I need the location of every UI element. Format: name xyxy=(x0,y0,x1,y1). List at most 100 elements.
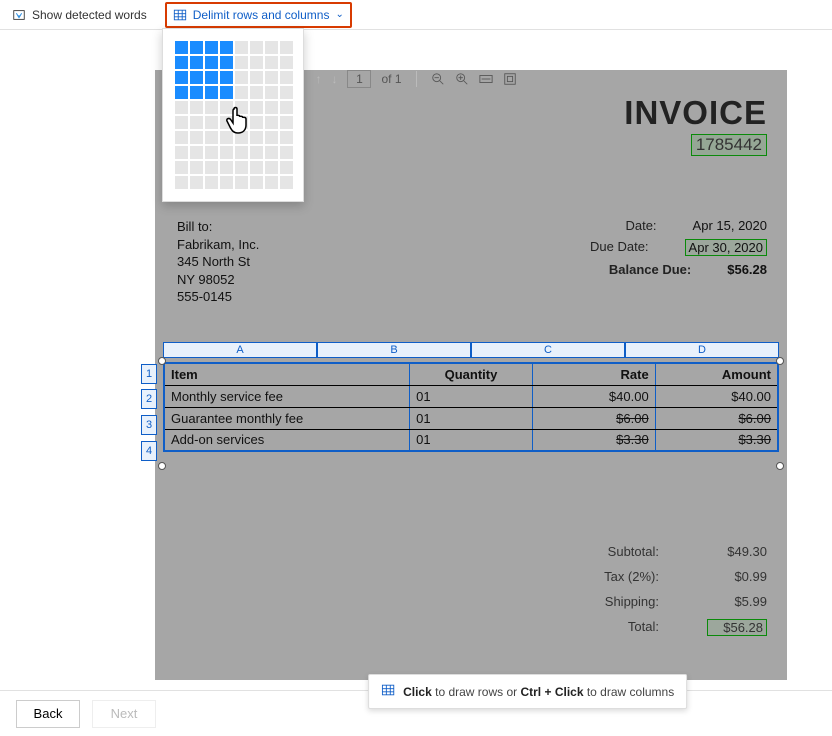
row-header-2[interactable]: 2 xyxy=(141,389,157,409)
grid-cell[interactable] xyxy=(235,131,248,144)
grid-cell[interactable] xyxy=(190,176,203,189)
grid-cell[interactable] xyxy=(205,176,218,189)
grid-cell[interactable] xyxy=(235,101,248,114)
grid-cell[interactable] xyxy=(205,71,218,84)
grid-cell[interactable] xyxy=(220,101,233,114)
grid-cell[interactable] xyxy=(235,116,248,129)
grid-cell[interactable] xyxy=(220,161,233,174)
grid-cell[interactable] xyxy=(250,131,263,144)
grid-cell[interactable] xyxy=(205,86,218,99)
grid-cell[interactable] xyxy=(175,41,188,54)
page-number-input[interactable]: 1 xyxy=(347,70,371,88)
grid-cell[interactable] xyxy=(205,41,218,54)
grid-cell[interactable] xyxy=(190,41,203,54)
delimit-rows-cols-button[interactable]: Delimit rows and columns ⌄ xyxy=(165,2,352,28)
grid-cell[interactable] xyxy=(265,71,278,84)
grid-cell[interactable] xyxy=(250,176,263,189)
grid-cell[interactable] xyxy=(220,71,233,84)
grid-cell[interactable] xyxy=(280,116,293,129)
grid-cell[interactable] xyxy=(175,146,188,159)
grid-cell[interactable] xyxy=(280,176,293,189)
zoom-in-icon[interactable] xyxy=(455,72,469,86)
grid-cell[interactable] xyxy=(265,86,278,99)
grid-cell[interactable] xyxy=(265,176,278,189)
col-b[interactable]: B xyxy=(317,342,471,358)
grid-cell[interactable] xyxy=(175,131,188,144)
grid-cell[interactable] xyxy=(280,101,293,114)
prev-page-button[interactable]: ↑ xyxy=(315,72,321,86)
grid-cell[interactable] xyxy=(220,41,233,54)
grid-cell[interactable] xyxy=(190,71,203,84)
row-header-4[interactable]: 4 xyxy=(141,441,157,461)
grid-cell[interactable] xyxy=(280,86,293,99)
grid-cell[interactable] xyxy=(265,101,278,114)
grid-cell[interactable] xyxy=(190,131,203,144)
selection-handle-tl[interactable] xyxy=(158,357,166,365)
grid-cell[interactable] xyxy=(235,56,248,69)
grid-cell[interactable] xyxy=(250,86,263,99)
grid-cell[interactable] xyxy=(235,176,248,189)
selection-handle-br[interactable] xyxy=(776,462,784,470)
grid-cell[interactable] xyxy=(265,41,278,54)
table-selection[interactable]: A B C D 1 2 3 4 Item xyxy=(163,342,779,452)
grid-size-picker[interactable] xyxy=(162,28,304,202)
fit-width-icon[interactable] xyxy=(479,72,493,86)
next-page-button[interactable]: ↓ xyxy=(331,72,337,86)
grid-cell[interactable] xyxy=(280,41,293,54)
grid-cell[interactable] xyxy=(205,161,218,174)
fit-page-icon[interactable] xyxy=(503,72,517,86)
grid-cell[interactable] xyxy=(265,146,278,159)
grid-cell[interactable] xyxy=(265,56,278,69)
grid-cell[interactable] xyxy=(220,176,233,189)
grid-cell[interactable] xyxy=(175,56,188,69)
grid-cell[interactable] xyxy=(265,116,278,129)
grid-cell[interactable] xyxy=(280,131,293,144)
row-header-1[interactable]: 1 xyxy=(141,364,157,384)
grid-cell[interactable] xyxy=(250,71,263,84)
selection-handle-bl[interactable] xyxy=(158,462,166,470)
grid-cell[interactable] xyxy=(250,101,263,114)
grid-cell[interactable] xyxy=(205,116,218,129)
grid-cell[interactable] xyxy=(190,161,203,174)
grid-cell[interactable] xyxy=(205,146,218,159)
col-a[interactable]: A xyxy=(163,342,317,358)
grid-cell[interactable] xyxy=(175,101,188,114)
grid-cell[interactable] xyxy=(190,86,203,99)
grid-cell[interactable] xyxy=(190,146,203,159)
grid-cell[interactable] xyxy=(220,56,233,69)
col-c[interactable]: C xyxy=(471,342,625,358)
grid-cell[interactable] xyxy=(235,86,248,99)
grid-cell[interactable] xyxy=(175,176,188,189)
col-d[interactable]: D xyxy=(625,342,779,358)
grid-cell[interactable] xyxy=(190,101,203,114)
grid-cell[interactable] xyxy=(175,161,188,174)
show-detected-words-button[interactable]: Show detected words xyxy=(12,8,147,22)
grid-cell[interactable] xyxy=(220,86,233,99)
grid-cell[interactable] xyxy=(280,71,293,84)
grid-cell[interactable] xyxy=(280,146,293,159)
grid-cell[interactable] xyxy=(220,131,233,144)
grid-cell[interactable] xyxy=(250,116,263,129)
grid-cell[interactable] xyxy=(190,56,203,69)
grid-cell[interactable] xyxy=(250,56,263,69)
back-button[interactable]: Back xyxy=(16,700,80,728)
zoom-out-icon[interactable] xyxy=(431,72,445,86)
grid-cell[interactable] xyxy=(250,146,263,159)
row-header-3[interactable]: 3 xyxy=(141,415,157,435)
grid-cell[interactable] xyxy=(190,116,203,129)
grid-cell[interactable] xyxy=(235,146,248,159)
grid-cell[interactable] xyxy=(175,86,188,99)
grid-cell[interactable] xyxy=(235,41,248,54)
grid-cell[interactable] xyxy=(175,116,188,129)
grid-cell[interactable] xyxy=(235,71,248,84)
grid-cell[interactable] xyxy=(250,161,263,174)
grid-cell[interactable] xyxy=(280,161,293,174)
grid-cell[interactable] xyxy=(235,161,248,174)
grid-cell[interactable] xyxy=(205,131,218,144)
grid-cell[interactable] xyxy=(205,101,218,114)
grid-cell[interactable] xyxy=(175,71,188,84)
selection-handle-tr[interactable] xyxy=(776,357,784,365)
grid-cell[interactable] xyxy=(280,56,293,69)
grid-cell[interactable] xyxy=(265,131,278,144)
grid-cell[interactable] xyxy=(250,41,263,54)
